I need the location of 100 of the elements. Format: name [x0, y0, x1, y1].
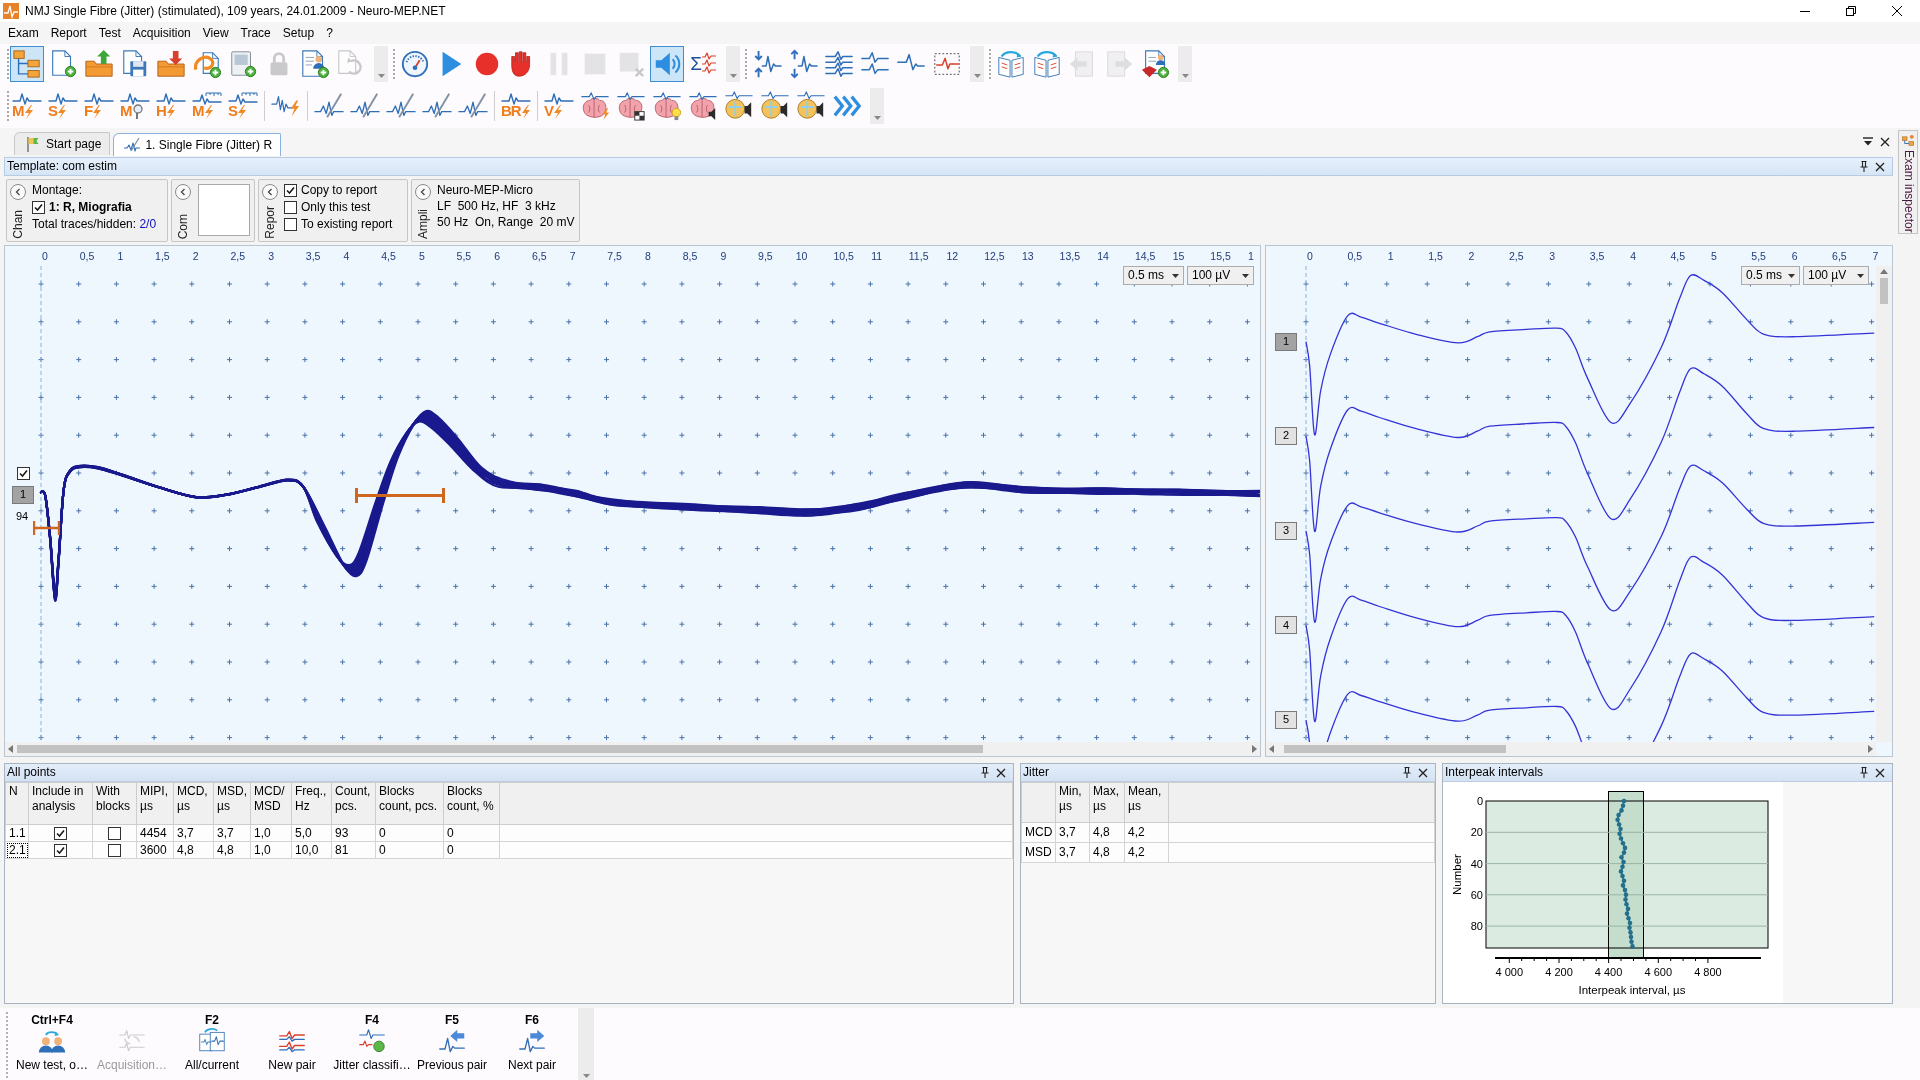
axis-label: 3 [268, 250, 274, 262]
range-marker-icon [33, 521, 60, 535]
axis-label: 6 [1791, 250, 1798, 262]
caret-icon [873, 116, 881, 120]
action-button[interactable]: F5 Previous pair [412, 1008, 492, 1080]
tree-icon [12, 49, 42, 79]
menu-item[interactable]: Exam [2, 22, 45, 44]
channel-number[interactable]: 1 [12, 486, 34, 504]
checkbox[interactable] [284, 184, 297, 197]
close-icon [1418, 767, 1428, 778]
magnifier-icon [131, 104, 143, 119]
page-arrow-icon [1104, 49, 1134, 79]
sensitivity-dropdown[interactable]: 100 µV [1803, 266, 1869, 285]
axis-label: 8,5 [682, 250, 698, 262]
menu-item[interactable]: ? [320, 22, 339, 44]
caret-icon [1857, 273, 1864, 278]
axis-label: 9 [720, 250, 727, 262]
menu-item[interactable]: Test [92, 22, 127, 44]
trace-number[interactable]: 4 [1275, 616, 1297, 635]
menu-item[interactable]: View [196, 22, 235, 44]
checkbox[interactable] [284, 201, 297, 214]
folder-arrow-icon [156, 49, 186, 79]
brain-lightning-icon [580, 91, 610, 121]
option-label: Copy to report [301, 183, 378, 198]
axis-label: 1,5 [1428, 250, 1443, 262]
column-header: Include in analysis [28, 782, 93, 825]
checkbox[interactable] [108, 843, 121, 857]
action-button[interactable]: Ctrl+F4 New test, o… [12, 1008, 92, 1080]
row-header: MSD [1021, 842, 1056, 863]
waveform-arrows-icon [788, 49, 818, 79]
stacked-waves-icon [824, 49, 854, 79]
menu-item[interactable]: Report [44, 22, 93, 44]
waveform-icon [120, 92, 150, 105]
template-title: Template: com estim [7, 159, 118, 174]
checkbox[interactable] [54, 843, 67, 857]
trace-number[interactable]: 1 [1275, 332, 1297, 351]
sensitivity-dropdown[interactable]: 100 µV [1187, 266, 1254, 285]
menu-item[interactable]: Trace [234, 22, 277, 44]
exam-inspector-tab[interactable]: Exam inspector [1898, 130, 1918, 234]
caret-icon [1172, 273, 1179, 278]
axis-label: 11 [871, 250, 883, 262]
vertical-scrollbar[interactable] [1876, 266, 1892, 742]
collapse-button[interactable] [262, 184, 278, 200]
document-tab[interactable]: Start page [14, 132, 111, 155]
column-header: Freq., Hz [291, 782, 332, 825]
checkbox[interactable] [284, 218, 297, 231]
brain-speaker-icon [688, 91, 718, 121]
checkbox[interactable] [108, 826, 121, 840]
toolbar-button[interactable]: Σ [686, 46, 720, 82]
collapse-button[interactable] [175, 184, 191, 200]
amplifier-info: LF 500 Hz, HF 3 kHz [437, 199, 557, 214]
scrollbar-thumb[interactable] [1880, 278, 1888, 304]
axis-label: 0,5 [79, 250, 95, 262]
collapse-button[interactable] [415, 184, 431, 200]
action-button[interactable]: F4 Jitter classifi… [332, 1008, 412, 1080]
dropdown-icon [1862, 137, 1873, 146]
range-marker-icon [355, 488, 445, 503]
trace-number[interactable]: 3 [1275, 521, 1297, 540]
axis-label: 1 [1248, 250, 1254, 262]
panel-caption: Ampli [416, 209, 430, 239]
tick-label: 4 200 [1545, 966, 1573, 978]
trace-number[interactable]: 2 [1275, 427, 1297, 446]
axis-label: 4,5 [381, 250, 396, 262]
close-icon [996, 767, 1006, 778]
scrollbar-thumb[interactable] [17, 745, 983, 753]
axis-label: 2 [1468, 250, 1475, 262]
column-header: MCD, µs [173, 782, 214, 825]
horizontal-scrollbar[interactable] [1266, 742, 1876, 756]
action-button[interactable]: F6 Next pair [492, 1008, 572, 1080]
panel-title: All points [7, 765, 56, 780]
close-icon [1892, 6, 1902, 16]
caret-icon [1181, 74, 1189, 78]
axis-label: 6,5 [531, 250, 547, 262]
scrollbar-thumb[interactable] [1284, 745, 1506, 753]
axis-label: 6 [494, 250, 501, 262]
ruler-waveform-icon [192, 92, 222, 105]
trace-number[interactable]: 5 [1275, 711, 1297, 729]
timebase-dropdown[interactable]: 0.5 ms [1123, 266, 1184, 285]
column-header: MSD, µs [213, 782, 251, 825]
action-button[interactable]: New pair [252, 1008, 332, 1080]
axis-label: 8 [645, 250, 651, 262]
document-tab[interactable]: 1. Single Fibre (Jitter) R [113, 133, 282, 156]
action-button[interactable]: F2 All/current [172, 1008, 252, 1080]
panel-caption: Com [176, 213, 190, 239]
checkbox[interactable] [54, 826, 67, 840]
collapse-button[interactable] [10, 184, 26, 200]
horizontal-scrollbar[interactable] [5, 742, 1260, 756]
axis-label: 3 [1549, 250, 1556, 262]
tick-label: 80 [1470, 920, 1483, 933]
menu-item[interactable]: Acquisition [126, 22, 197, 44]
column-header: With blocks [92, 782, 137, 825]
menu-item[interactable]: Setup [276, 22, 321, 44]
comment-field[interactable] [198, 184, 250, 236]
checkbox[interactable] [32, 201, 45, 214]
axis-label: 10 [795, 250, 808, 262]
lightning-icon [520, 105, 531, 119]
axis-label: 1 [1387, 250, 1394, 262]
timebase-dropdown[interactable]: 0.5 ms [1741, 266, 1800, 285]
tick-label: 4 400 [1594, 966, 1623, 978]
checkbox[interactable] [17, 467, 30, 480]
